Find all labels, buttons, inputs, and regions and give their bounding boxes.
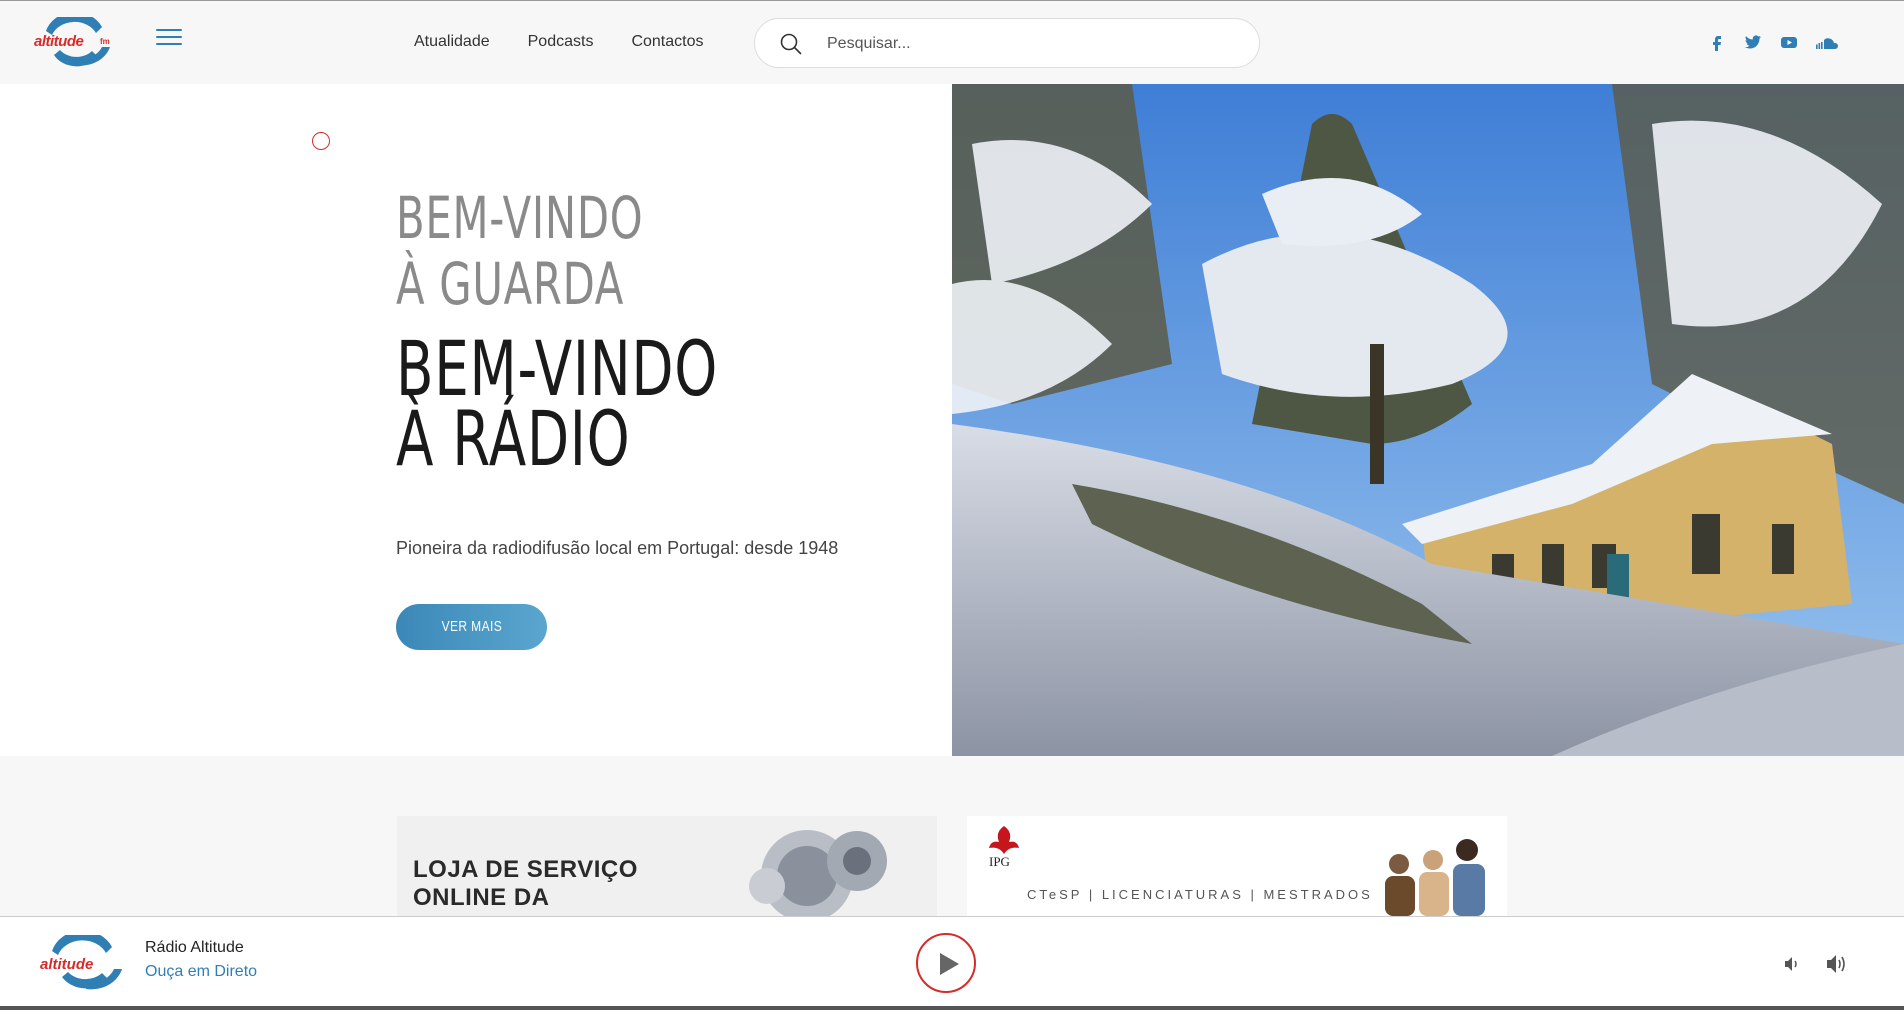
window-bottom-edge bbox=[0, 1006, 1904, 1010]
hero-subtitle: Pioneira da radiodifusão local em Portug… bbox=[396, 538, 839, 558]
hero-image-snowy-guarda bbox=[952, 84, 1904, 756]
ipg-logo-icon bbox=[989, 826, 1019, 854]
player-logo-swirl-icon: altitude bbox=[40, 930, 122, 990]
ver-mais-button[interactable]: VER MAIS bbox=[396, 604, 547, 650]
hero-title-grey-line1: BEM-VINDO bbox=[396, 184, 644, 252]
hero-title-grey: BEM-VINDO À GUARDA bbox=[396, 185, 643, 317]
banner1-line2: ONLINE DA bbox=[413, 884, 550, 911]
banner1-line1: LOJA DE SERVIÇO bbox=[413, 856, 638, 883]
nav-podcasts[interactable]: Podcasts bbox=[528, 33, 594, 51]
ipg-logo-text: IPG bbox=[989, 854, 1010, 869]
banner2-text: CTeSP | LICENCIATURAS | MESTRADOS bbox=[1027, 887, 1373, 902]
banner-loja-servico[interactable]: LOJA DE SERVIÇO ONLINE DA bbox=[397, 816, 937, 916]
logo-text: altitude bbox=[34, 33, 84, 50]
play-icon bbox=[940, 953, 959, 975]
circle-indicator-icon bbox=[312, 132, 330, 150]
facebook-icon[interactable] bbox=[1708, 33, 1726, 51]
player-live-link[interactable]: Ouça em Direto bbox=[145, 963, 257, 981]
search-icon[interactable] bbox=[779, 32, 803, 56]
students-photo bbox=[1385, 839, 1485, 916]
banners-section bbox=[0, 756, 1904, 916]
hero-title-dark-line2: À RÁDIO bbox=[396, 394, 631, 483]
hamburger-menu-icon[interactable] bbox=[156, 29, 182, 49]
player-logo: altitude bbox=[38, 930, 128, 993]
hero-title-dark: BEM-VINDO À RÁDIO bbox=[396, 331, 718, 483]
twitter-icon[interactable] bbox=[1744, 33, 1762, 51]
play-button[interactable] bbox=[916, 933, 976, 993]
social-links bbox=[1708, 33, 1840, 51]
ver-mais-label: VER MAIS bbox=[441, 618, 502, 635]
player-station-name: Rádio Altitude bbox=[145, 939, 244, 956]
volume-down-icon[interactable] bbox=[1784, 956, 1800, 972]
soundcloud-icon[interactable] bbox=[1816, 33, 1840, 51]
search-input[interactable] bbox=[827, 29, 1227, 59]
youtube-icon[interactable] bbox=[1780, 33, 1798, 51]
svg-text:altitude: altitude bbox=[40, 956, 93, 973]
main-nav: Atualidade Podcasts Contactos bbox=[414, 33, 703, 51]
banner1-text: LOJA DE SERVIÇO ONLINE DA bbox=[413, 856, 638, 912]
nav-atualidade[interactable]: Atualidade bbox=[414, 33, 490, 51]
hero-title-grey-line2: À GUARDA bbox=[396, 250, 625, 318]
search-box bbox=[754, 18, 1260, 68]
volume-up-icon[interactable] bbox=[1826, 954, 1848, 974]
logo-fm: fm bbox=[100, 37, 110, 46]
banner-ipg[interactable]: IPG CTeSP | LICENCIATURAS | MESTRADOS bbox=[967, 816, 1507, 916]
top-navbar: altitude fm Atualidade Podcasts Contacto… bbox=[0, 0, 1904, 84]
site-logo[interactable]: altitude fm bbox=[32, 12, 116, 69]
gearbox-icon bbox=[749, 830, 887, 916]
radio-player-bar: altitude Rádio Altitude Ouça em Direto bbox=[0, 916, 1904, 1010]
nav-contactos[interactable]: Contactos bbox=[631, 33, 703, 51]
